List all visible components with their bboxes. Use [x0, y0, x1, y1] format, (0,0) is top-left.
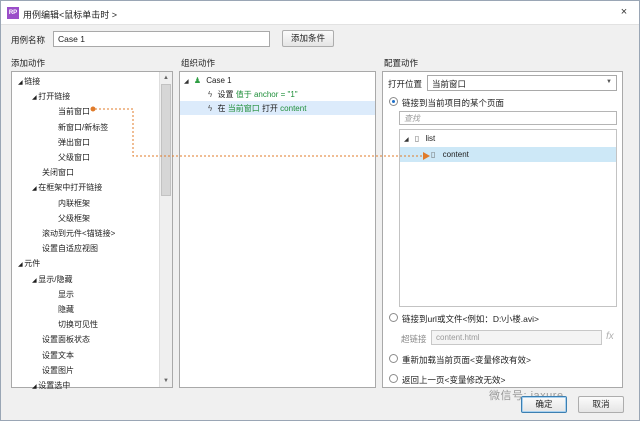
connector-annotation: [90, 106, 430, 160]
cancel-button[interactable]: 取消: [578, 396, 624, 413]
connector-line: [95, 108, 423, 157]
connector-arrow-icon: [423, 152, 430, 160]
connector-start-dot: [90, 106, 96, 112]
ok-button[interactable]: 确定: [521, 396, 567, 413]
case-editor-window: RP 用例编辑<鼠标单击时 > × 用例名称 Case 1 添加条件 添加动作 …: [0, 0, 640, 421]
